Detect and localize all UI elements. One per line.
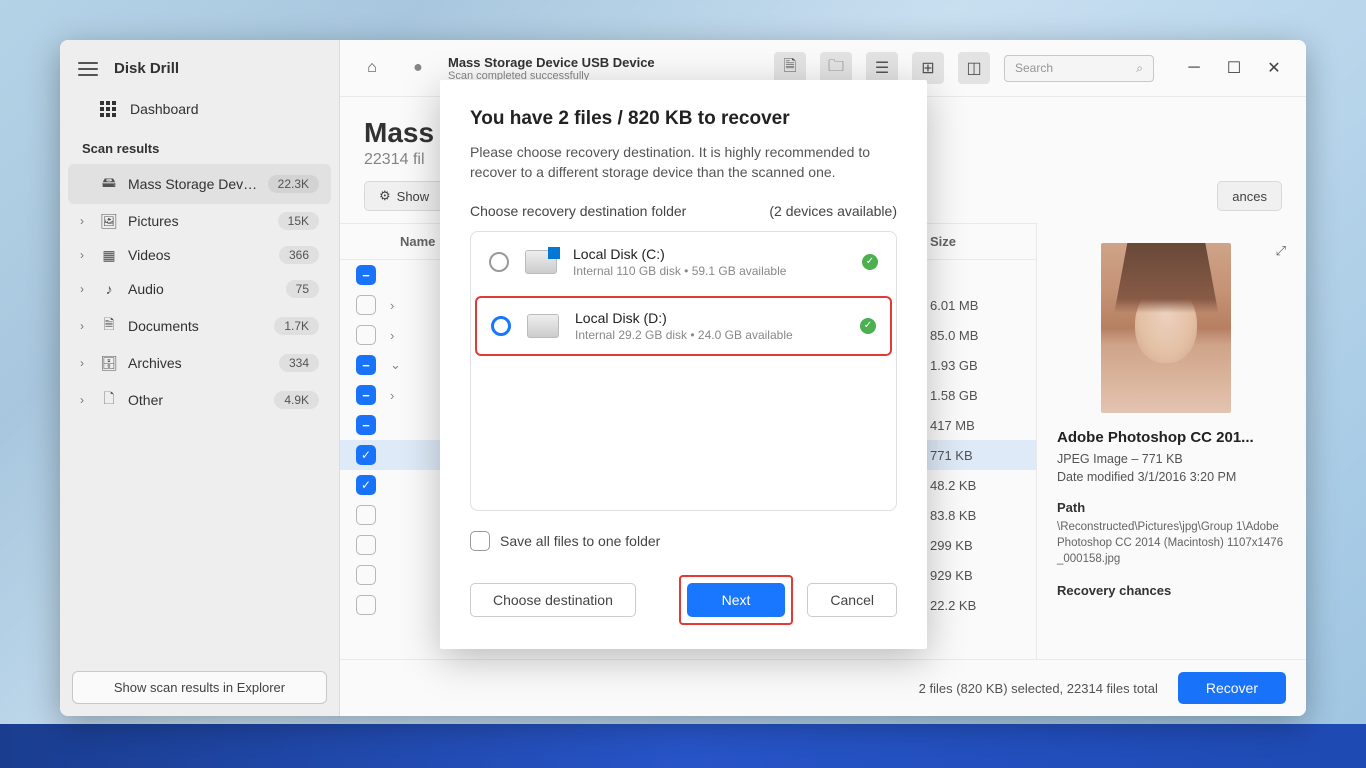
cancel-button[interactable]: Cancel — [807, 583, 897, 617]
check-icon: ✓ — [862, 254, 878, 270]
dest-sub: Internal 29.2 GB disk • 24.0 GB availabl… — [575, 328, 844, 342]
devices-count: (2 devices available) — [769, 203, 897, 219]
dest-name: Local Disk (D:) — [575, 310, 844, 326]
modal-description: Please choose recovery destination. It i… — [470, 142, 897, 183]
dest-header: Choose recovery destination folder (2 de… — [470, 203, 897, 219]
choose-destination-button[interactable]: Choose destination — [470, 583, 636, 617]
app-window: Disk Drill Dashboard Scan results 🖴Mass … — [60, 40, 1306, 716]
desktop-taskbar — [0, 724, 1366, 768]
next-highlight: Next — [679, 575, 794, 625]
save-all-label: Save all files to one folder — [500, 533, 660, 549]
radio-button[interactable] — [491, 316, 511, 336]
save-all-checkbox[interactable] — [470, 531, 490, 551]
destination-item[interactable]: Local Disk (C:) Internal 110 GB disk • 59… — [471, 232, 896, 292]
disk-icon — [527, 314, 559, 338]
dest-sub: Internal 110 GB disk • 59.1 GB available — [573, 264, 846, 278]
check-icon: ✓ — [860, 318, 876, 334]
modal-buttons: Choose destination Next Cancel — [470, 575, 897, 625]
dest-info: Local Disk (D:) Internal 29.2 GB disk • 2… — [575, 310, 844, 342]
next-button[interactable]: Next — [687, 583, 786, 617]
destination-item[interactable]: Local Disk (D:) Internal 29.2 GB disk • 2… — [475, 296, 892, 356]
save-all-row[interactable]: Save all files to one folder — [470, 531, 897, 551]
modal-overlay: You have 2 files / 820 KB to recover Ple… — [60, 40, 1306, 716]
dest-name: Local Disk (C:) — [573, 246, 846, 262]
destination-modal: You have 2 files / 820 KB to recover Ple… — [440, 80, 927, 649]
disk-icon — [525, 250, 557, 274]
modal-title: You have 2 files / 820 KB to recover — [470, 108, 897, 130]
dest-info: Local Disk (C:) Internal 110 GB disk • 59… — [573, 246, 846, 278]
dest-label: Choose recovery destination folder — [470, 203, 686, 219]
destination-list: Local Disk (C:) Internal 110 GB disk • 59… — [470, 231, 897, 511]
radio-button[interactable] — [489, 252, 509, 272]
